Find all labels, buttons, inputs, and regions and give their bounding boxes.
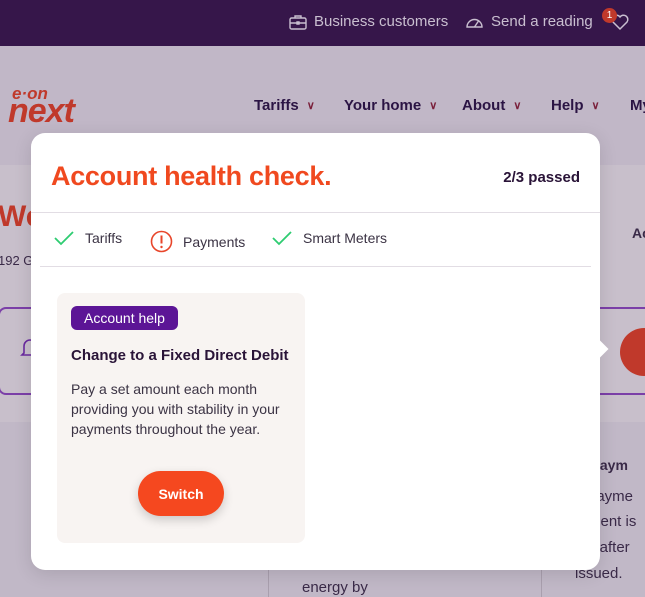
warning-icon — [150, 230, 173, 253]
nav-about[interactable]: About ∨ — [462, 97, 521, 114]
check-tariffs[interactable]: Tariffs — [53, 230, 122, 246]
switch-button[interactable]: Switch — [138, 471, 224, 516]
bg-text: energy by — [302, 579, 368, 596]
check-smart-meters[interactable]: Smart Meters — [271, 230, 387, 246]
card-body: Pay a set amount each month providing yo… — [71, 381, 280, 437]
checkmark-icon — [272, 231, 292, 246]
modal-title: Account health check. — [51, 161, 332, 191]
nav-my-account[interactable]: My — [630, 97, 645, 114]
divider — [31, 212, 600, 213]
gauge-icon — [466, 18, 483, 28]
nav-help[interactable]: Help ∨ — [551, 97, 600, 114]
logo[interactable]: next — [8, 92, 75, 131]
nav-tariffs[interactable]: Tariffs ∨ — [254, 97, 315, 114]
send-reading-link[interactable]: Send a reading — [465, 13, 593, 30]
recommendation-card: Account help Change to a Fixed Direct De… — [57, 293, 305, 543]
account-label: Ac — [632, 225, 645, 241]
account-health-modal: Account health check. 2/3 passed Tariffs… — [31, 133, 609, 570]
nav-your-home[interactable]: Your home ∨ — [344, 97, 437, 114]
divider — [40, 266, 591, 267]
chevron-down-icon: ∨ — [306, 100, 315, 112]
chevron-down-icon: ∨ — [591, 100, 600, 112]
passed-count: 2/3 passed — [503, 169, 580, 186]
account-help-badge: Account help — [71, 306, 178, 330]
notification-badge: 1 — [602, 8, 617, 23]
checkmark-icon — [54, 231, 74, 246]
address-text: 192 G — [0, 253, 34, 268]
chevron-down-icon: ∨ — [429, 100, 438, 112]
check-payments[interactable]: Payments — [150, 230, 245, 253]
chevron-down-icon: ∨ — [513, 100, 522, 112]
card-heading: Change to a Fixed Direct Debit — [71, 347, 289, 364]
business-customers-link[interactable]: Business customers — [289, 13, 448, 30]
briefcase-icon — [289, 14, 307, 30]
